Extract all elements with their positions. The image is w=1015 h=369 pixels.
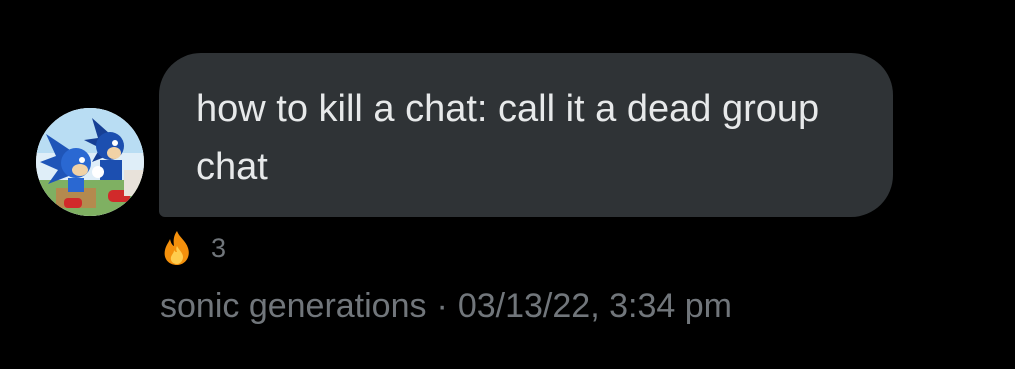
sonic-avatar-image [36, 108, 144, 216]
message-text: how to kill a chat: call it a dead group… [196, 88, 820, 188]
message-timestamp: 03/13/22, 3:34 pm [457, 287, 732, 325]
reaction-count: 3 [211, 233, 227, 263]
reaction-badge[interactable]: 3 [161, 228, 226, 268]
message-bubble[interactable]: how to kill a chat: call it a dead group… [159, 53, 893, 217]
sender-avatar[interactable] [36, 108, 144, 216]
sender-name[interactable]: sonic generations [160, 287, 427, 325]
fire-icon [161, 230, 193, 266]
meta-separator: · [436, 287, 448, 325]
message-meta: sonic generations · 03/13/22, 3:34 pm [160, 282, 732, 330]
